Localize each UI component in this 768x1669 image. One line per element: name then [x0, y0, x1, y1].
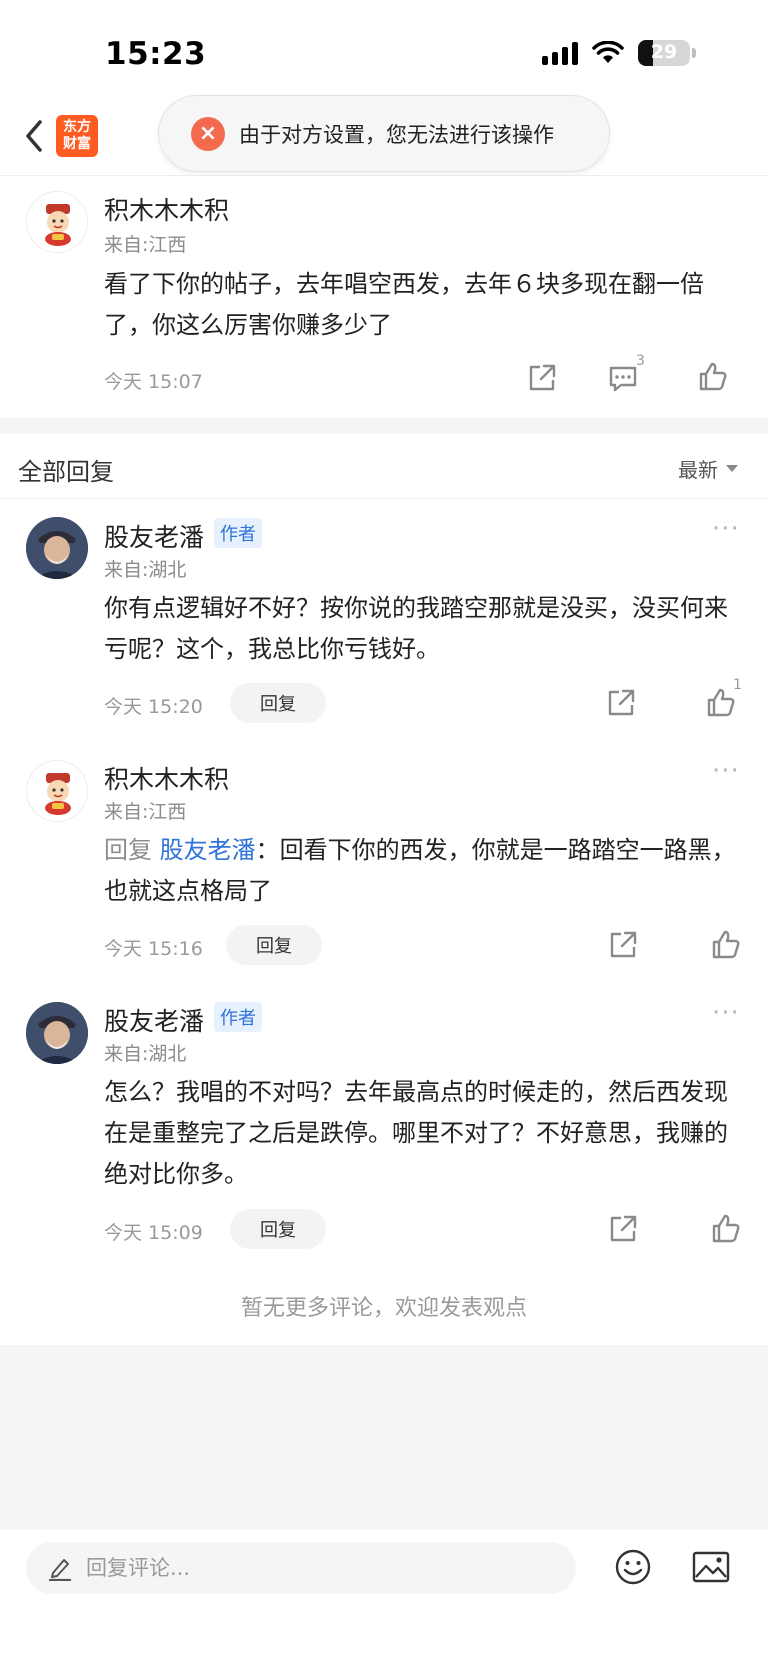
reply-author[interactable]: 股友老潘	[104, 518, 204, 554]
replies-title: 全部回复	[18, 458, 114, 486]
user-photo-icon	[26, 517, 88, 579]
comment-icon[interactable]	[606, 361, 640, 395]
share-icon[interactable]	[525, 361, 559, 395]
reply-button[interactable]: 回复	[230, 683, 326, 723]
sort-label: 最新	[678, 458, 718, 482]
comment-count: 3	[636, 353, 645, 369]
no-more-comments: 暂无更多评论，欢迎发表观点	[240, 1296, 527, 1321]
reply-location: 来自:湖北	[104, 1043, 187, 1065]
pencil-icon	[48, 1559, 72, 1581]
like-count: 1	[733, 677, 742, 693]
image-icon[interactable]	[692, 1550, 730, 1584]
share-icon[interactable]	[604, 686, 638, 720]
status-time: 15:23	[105, 36, 207, 72]
status-icons: 29	[542, 40, 696, 66]
empty-area	[0, 1345, 768, 1530]
reply-time: 今天 15:20	[104, 696, 203, 718]
battery-level: 29	[650, 41, 678, 63]
post-time: 今天 15:07	[104, 371, 203, 393]
status-bar: 15:23 29	[0, 0, 768, 100]
like-icon[interactable]	[709, 1212, 743, 1246]
reply-button[interactable]: 回复	[226, 925, 322, 965]
replies-header: 全部回复 最新	[0, 434, 768, 499]
reply-content: 怎么？我唱的不对吗？去年最高点的时候走的，然后西发现在是重整完了之后是跌停。哪里…	[104, 1078, 728, 1188]
reply-content: 回复 股友老潘：回看下你的西发，你就是一路踏空一路黑，也就这点格局了	[104, 830, 744, 912]
reply-prefix: 回复	[104, 836, 152, 864]
post-author[interactable]: 积木木木积	[104, 191, 229, 227]
reply-author[interactable]: 积木木木积	[104, 760, 229, 796]
share-icon[interactable]	[606, 928, 640, 962]
reply-time: 今天 15:16	[104, 938, 203, 960]
bottom-input-bar	[0, 1530, 768, 1669]
wifi-icon	[592, 41, 624, 63]
reply-location: 来自:湖北	[104, 559, 187, 581]
comment-input-box[interactable]	[26, 1542, 576, 1594]
reply-time: 今天 15:09	[104, 1222, 203, 1244]
reply-content: 你有点逻辑好不好？按你说的我踏空那就是没买，没买何来亏呢？这个，我总比你亏钱好。	[104, 594, 728, 663]
reply-location: 来自:江西	[104, 801, 187, 823]
main-post: 积木木木积 来自:江西 看了下你的帖子，去年唱空西发，去年６块多现在翻一倍了，你…	[0, 177, 768, 418]
avatar[interactable]	[26, 191, 88, 253]
header: 东方 财富 × 由于对方设置，您无法进行该操作	[0, 95, 768, 176]
mascot-avatar-icon	[28, 762, 87, 821]
author-badge: 作者	[214, 518, 262, 548]
comment-input[interactable]	[86, 1556, 506, 1580]
post-location: 来自:江西	[104, 234, 187, 256]
emoji-icon[interactable]	[614, 1548, 652, 1586]
reply-author[interactable]: 股友老潘	[104, 1002, 204, 1038]
section-divider	[0, 418, 768, 434]
signal-icon	[542, 41, 578, 65]
avatar[interactable]	[26, 760, 88, 822]
reply-button[interactable]: 回复	[230, 1209, 326, 1249]
reply-target-link[interactable]: 股友老潘	[160, 836, 256, 864]
toast-text: 由于对方设置，您无法进行该操作	[239, 122, 554, 147]
sort-dropdown[interactable]: 最新	[678, 454, 738, 483]
mascot-avatar-icon	[28, 193, 87, 252]
chevron-down-icon	[726, 465, 738, 472]
app-logo[interactable]: 东方 财富	[56, 115, 98, 157]
user-photo-icon	[26, 1002, 88, 1064]
toast-message: × 由于对方设置，您无法进行该操作	[158, 95, 610, 172]
like-icon[interactable]	[696, 360, 730, 394]
like-icon[interactable]	[709, 928, 743, 962]
battery-icon: 29	[638, 40, 690, 66]
close-icon: ×	[191, 116, 225, 151]
more-options-icon[interactable]: ···	[712, 756, 740, 786]
author-badge: 作者	[214, 1002, 262, 1032]
post-content: 看了下你的帖子，去年唱空西发，去年６块多现在翻一倍了，你这么厉害你赚多少了	[104, 270, 704, 339]
avatar[interactable]	[26, 517, 88, 579]
more-options-icon[interactable]: ···	[712, 514, 740, 544]
more-options-icon[interactable]: ···	[712, 998, 740, 1028]
share-icon[interactable]	[606, 1212, 640, 1246]
avatar[interactable]	[26, 1002, 88, 1064]
